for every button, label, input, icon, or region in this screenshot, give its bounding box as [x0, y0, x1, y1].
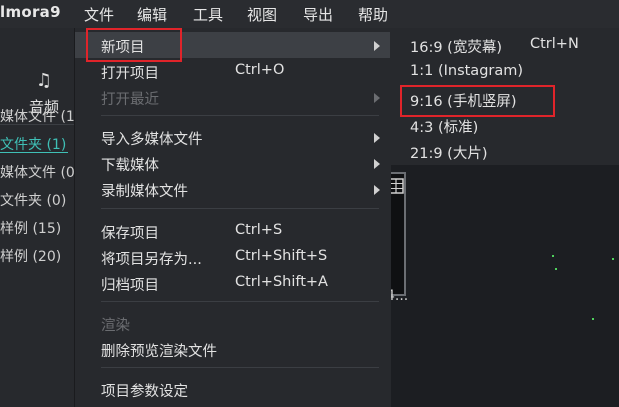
- submenu-arrow-icon: [374, 41, 380, 51]
- submenu-arrow-icon: [374, 185, 380, 195]
- menu-export[interactable]: 导出: [303, 4, 333, 25]
- noise-dot: [592, 318, 594, 320]
- record-media-label: 录制媒体文件: [101, 184, 188, 200]
- ratio-16-9-shortcut: Ctrl+N: [530, 36, 579, 52]
- library-item-folder-2[interactable]: 文件夹 (0): [0, 190, 66, 210]
- noise-dot: [612, 258, 614, 260]
- menu-bar: lmora9 文件 编辑 工具 视图 导出 帮助: [0, 0, 619, 28]
- menu-item-import-media[interactable]: 导入多媒体文件: [75, 124, 391, 150]
- submenu-item-16-9[interactable]: 16:9 (宽荧幕) Ctrl+N: [390, 32, 619, 58]
- archive-project-shortcut: Ctrl+Shift+A: [235, 274, 328, 290]
- menu-file[interactable]: 文件: [84, 4, 114, 25]
- library-item-sample-1[interactable]: 样例 (15): [0, 218, 61, 238]
- menu-separator: [101, 367, 379, 368]
- file-menu-dropdown: 新项目 打开项目 Ctrl+O 打开最近 导入多媒体文件 下载媒体 录制媒体文件…: [74, 28, 391, 407]
- open-project-label: 打开项目: [101, 66, 159, 82]
- menu-item-save-as[interactable]: 将项目另存为... Ctrl+Shift+S: [75, 244, 391, 270]
- ratio-1-1-label: 1:1 (Instagram): [410, 63, 524, 79]
- menu-item-open-recent: 打开最近: [75, 84, 391, 110]
- menu-separator: [101, 301, 379, 302]
- highlight-box-9-16: [400, 85, 555, 117]
- library-item-sample-2[interactable]: 样例 (20): [0, 246, 61, 266]
- open-project-shortcut: Ctrl+O: [235, 62, 285, 78]
- save-as-label: 将项目另存为...: [101, 252, 202, 268]
- active-item-underline: [0, 152, 68, 153]
- menu-view[interactable]: 视图: [247, 4, 277, 25]
- menu-help[interactable]: 帮助: [358, 4, 388, 25]
- submenu-arrow-icon: [374, 159, 380, 169]
- library-item-media-2[interactable]: 媒体文件 (0: [0, 162, 75, 182]
- menu-item-delete-preview[interactable]: 删除预览渲染文件: [75, 336, 391, 362]
- import-media-label: 导入多媒体文件: [101, 132, 203, 148]
- save-project-shortcut: Ctrl+S: [235, 222, 283, 238]
- menu-item-save-project[interactable]: 保存项目 Ctrl+S: [75, 218, 391, 244]
- noise-dot: [555, 268, 557, 270]
- ratio-4-3-label: 4:3 (标准): [410, 120, 479, 136]
- submenu-arrow-icon: [374, 93, 380, 103]
- noise-dot: [552, 255, 554, 257]
- submenu-item-1-1[interactable]: 1:1 (Instagram): [390, 59, 619, 85]
- archive-project-label: 归档项目: [101, 278, 159, 294]
- project-settings-label: 项目参数设定: [101, 384, 188, 400]
- open-recent-label: 打开最近: [101, 92, 159, 108]
- menu-item-archive-project[interactable]: 归档项目 Ctrl+Shift+A: [75, 270, 391, 296]
- save-as-shortcut: Ctrl+Shift+S: [235, 248, 328, 264]
- menu-edit[interactable]: 编辑: [137, 4, 167, 25]
- menu-item-download-media[interactable]: 下载媒体: [75, 150, 391, 176]
- render-label: 渲染: [101, 318, 130, 334]
- ratio-16-9-label: 16:9 (宽荧幕): [410, 40, 502, 56]
- save-project-label: 保存项目: [101, 226, 159, 242]
- delete-preview-label: 删除预览渲染文件: [101, 344, 217, 360]
- ratio-21-9-label: 21:9 (大片): [410, 146, 488, 162]
- menu-separator: [101, 208, 379, 209]
- menu-item-render: 渲染: [75, 310, 391, 336]
- library-item-media-1[interactable]: 媒体文件 (1: [0, 106, 75, 126]
- library-item-folder-1[interactable]: 文件夹 (1): [0, 134, 66, 154]
- download-media-label: 下载媒体: [101, 158, 159, 174]
- submenu-arrow-icon: [374, 133, 380, 143]
- menu-item-record-media[interactable]: 录制媒体文件: [75, 176, 391, 202]
- menu-tools[interactable]: 工具: [193, 4, 223, 25]
- highlight-box-new-project: [86, 28, 182, 62]
- menu-item-project-settings[interactable]: 项目参数设定: [75, 376, 391, 402]
- menu-separator: [101, 115, 379, 116]
- music-note-icon: ♫: [35, 70, 53, 91]
- app-logo: lmora9: [0, 3, 61, 21]
- submenu-item-21-9[interactable]: 21:9 (大片): [390, 138, 619, 164]
